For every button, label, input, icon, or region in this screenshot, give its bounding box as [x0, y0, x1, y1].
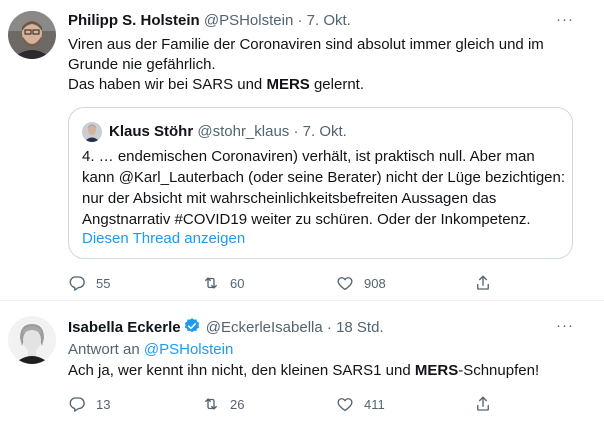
more-options-button[interactable]: ···: [555, 11, 575, 33]
more-options-button[interactable]: ···: [555, 317, 575, 339]
tweet-actions: 55 60 908: [68, 273, 548, 293]
tweet-text-bold: MERS: [414, 362, 459, 379]
tweet-actions: 13 26 411: [68, 394, 548, 414]
separator-dot: ·: [326, 319, 332, 336]
quoted-text-line: 4. … endemischen Coronaviren) verhält, i…: [82, 148, 535, 165]
separator-dot: ·: [293, 123, 299, 140]
retweet-button[interactable]: 26: [202, 394, 244, 414]
quoted-text-line: nur der Absicht mit wahrscheinlichkeitsb…: [82, 190, 497, 207]
reply-count: 55: [96, 275, 111, 291]
quoted-tweet-text: 4. … endemischen Coronaviren) verhält, i…: [82, 146, 568, 230]
quoted-author-name: Klaus Stöhr: [109, 123, 194, 140]
share-button[interactable]: [474, 273, 502, 293]
tweet-text-line: Grunde nie gefährlich.: [68, 56, 216, 73]
avatar-philipp-holstein[interactable]: [8, 11, 56, 59]
more-dots-icon: ···: [556, 317, 574, 334]
author-handle[interactable]: @PSHolstein: [204, 12, 293, 29]
like-count: 908: [364, 275, 386, 291]
reply-button[interactable]: 13: [68, 394, 110, 414]
reply-to-label: Antwort an: [68, 341, 140, 358]
quoted-text-line: kann @Karl_Lauterbach (oder seine Berate…: [82, 169, 566, 186]
quoted-author-handle: @stohr_klaus: [197, 123, 290, 140]
heart-icon: [337, 277, 353, 291]
share-icon: [477, 275, 489, 290]
avatar-klaus-stoehr: [82, 122, 102, 142]
quoted-text-line: Angstnarrativ #COVID19 weiter zu schüren…: [82, 211, 531, 228]
heart-icon: [337, 398, 353, 412]
tweet-text-segment: gelernt.: [309, 76, 364, 93]
author-name[interactable]: Isabella Eckerle: [68, 319, 181, 336]
reply-button[interactable]: 55: [68, 273, 110, 293]
tweet-text-segment: -Schnupfen!: [458, 362, 540, 379]
show-thread-link[interactable]: Diesen Thread anzeigen: [82, 229, 245, 249]
tweet-text: Ach ja, wer kennt ihn nicht, den kleinen…: [68, 361, 578, 381]
share-icon: [477, 396, 489, 411]
tweet-timestamp[interactable]: 7. Okt.: [307, 12, 351, 29]
quoted-tweet-header: Klaus Stöhr @stohr_klaus · 7. Okt.: [109, 122, 347, 142]
tweet-timestamp[interactable]: 18 Std.: [336, 319, 384, 336]
reply-icon: [69, 397, 85, 412]
retweet-icon: [205, 277, 217, 289]
tweet-text-bold: MERS: [266, 76, 310, 93]
tweet-text-line: Viren aus der Familie der Coronaviren si…: [68, 36, 544, 53]
retweet-count: 26: [230, 396, 245, 412]
reply-context: Antwort an @PSHolstein: [68, 340, 233, 360]
retweet-button[interactable]: 60: [202, 273, 244, 293]
author-handle[interactable]: @EckerleIsabella: [206, 319, 323, 336]
tweet-header: Isabella Eckerle @EckerleIsabella · 18 S…: [68, 317, 384, 337]
tweet-philipp-holstein[interactable]: Philipp S. Holstein @PSHolstein · 7. Okt…: [0, 0, 604, 300]
reply-to-handle-link[interactable]: @PSHolstein: [144, 341, 233, 358]
separator-dot: ·: [297, 12, 303, 29]
avatar-isabella-eckerle[interactable]: [8, 316, 56, 364]
verified-badge-icon: [184, 318, 199, 333]
more-dots-icon: ···: [556, 11, 574, 28]
retweet-icon: [205, 398, 217, 410]
quoted-tweet-timestamp: 7. Okt.: [302, 123, 347, 140]
reply-count: 13: [96, 396, 111, 412]
like-button[interactable]: 908: [336, 273, 386, 293]
tweet-text: Viren aus der Familie der Coronaviren si…: [68, 35, 578, 95]
tweet-header: Philipp S. Holstein @PSHolstein · 7. Okt…: [68, 11, 351, 31]
like-button[interactable]: 411: [336, 394, 385, 414]
reply-icon: [69, 276, 85, 291]
tweet-text-segment: Ach ja, wer kennt ihn nicht, den kleinen…: [68, 362, 415, 379]
tweet-text-line: Das haben wir bei SARS und MERS gelernt.: [68, 75, 578, 95]
author-name[interactable]: Philipp S. Holstein: [68, 12, 200, 29]
like-count: 411: [364, 396, 385, 412]
tweet-text-segment: Das haben wir bei SARS und: [68, 76, 267, 93]
tweet-isabella-eckerle[interactable]: Isabella Eckerle @EckerleIsabella · 18 S…: [0, 300, 604, 430]
retweet-count: 60: [230, 275, 245, 291]
share-button[interactable]: [474, 394, 502, 414]
quoted-tweet[interactable]: Klaus Stöhr @stohr_klaus · 7. Okt. 4. … …: [68, 107, 573, 259]
